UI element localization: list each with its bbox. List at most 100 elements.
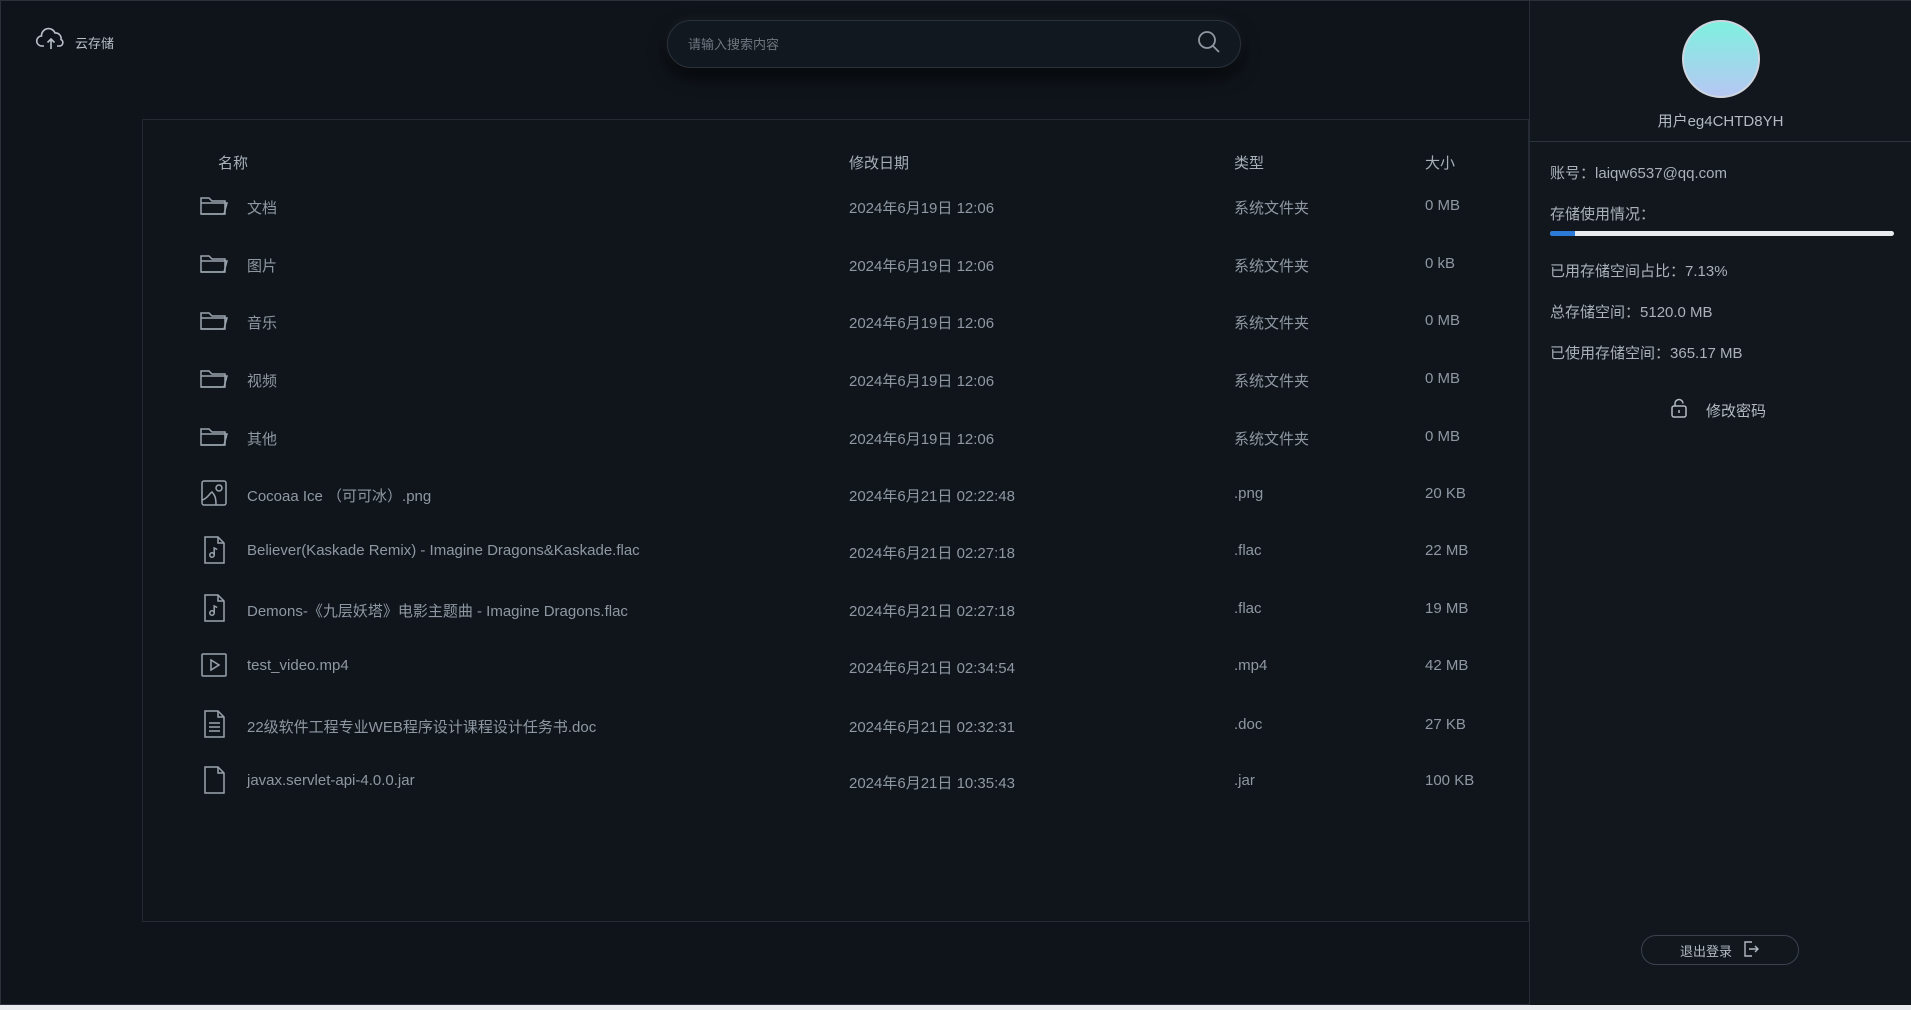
logo[interactable]: 云存储	[35, 27, 114, 58]
row-name[interactable]: 音乐	[247, 312, 277, 333]
row-date: 2024年6月19日 12:06	[849, 258, 995, 275]
row-name[interactable]: 图片	[247, 255, 277, 276]
audio-file-icon	[199, 535, 229, 565]
total-storage-label: 总存储空间：	[1550, 304, 1641, 321]
table-row[interactable]: 其他 2024年6月19日 12:06 系统文件夹 0 MB	[143, 406, 1528, 466]
search-bar	[667, 20, 1241, 68]
column-header-name[interactable]: 名称	[218, 152, 248, 173]
bottom-strip	[0, 1005, 1911, 1010]
table-row[interactable]: 图片 2024年6月19日 12:06 系统文件夹 0 kB	[143, 233, 1528, 293]
row-size: 100 KB	[1425, 772, 1475, 789]
user-sidebar: 用户eg4CHTD8YH 账号：laiqw6537@qq.com 存储使用情况：…	[1529, 1, 1911, 1006]
used-ratio-info: 已用存储空间占比：7.13%	[1550, 260, 1728, 281]
row-type: .png	[1234, 485, 1264, 502]
row-type: .flac	[1234, 542, 1262, 559]
total-storage-value: 5120.0 MB	[1640, 304, 1713, 321]
table-row[interactable]: Demons-《九层妖塔》电影主题曲 - Imagine Dragons.fla…	[143, 578, 1528, 638]
logout-icon	[1742, 940, 1760, 961]
folder-icon	[199, 363, 229, 393]
folder-icon	[199, 305, 229, 335]
change-password-button[interactable]: 修改密码	[1670, 398, 1766, 422]
table-row[interactable]: javax.servlet-api-4.0.0.jar 2024年6月21日 10…	[143, 750, 1528, 810]
row-size: 42 MB	[1425, 657, 1469, 674]
row-type: 系统文件夹	[1234, 200, 1310, 217]
logout-button[interactable]: 退出登录	[1641, 935, 1799, 965]
row-date: 2024年6月21日 10:35:43	[849, 775, 1015, 792]
row-type: .jar	[1234, 772, 1255, 789]
row-date: 2024年6月21日 02:27:18	[849, 603, 1015, 620]
username: 用户eg4CHTD8YH	[1657, 113, 1784, 130]
row-size: 22 MB	[1425, 542, 1469, 559]
row-name[interactable]: test_video.mp4	[247, 657, 349, 674]
used-storage-label: 已使用存储空间：	[1550, 345, 1671, 362]
table-row[interactable]: Cocoaa Ice （可可冰）.png 2024年6月21日 02:22:48.…	[143, 463, 1528, 523]
avatar[interactable]	[1682, 20, 1760, 98]
cloud-upload-icon	[35, 27, 67, 58]
lock-icon	[1670, 398, 1688, 422]
row-size: 0 MB	[1425, 428, 1461, 445]
row-name[interactable]: 视频	[247, 370, 277, 391]
row-name[interactable]: Believer(Kaskade Remix) - Imagine Dragon…	[247, 542, 640, 559]
video-file-icon	[199, 650, 229, 680]
account-value: laiqw6537@qq.com	[1595, 165, 1727, 182]
row-size: 0 MB	[1425, 312, 1461, 329]
search-input[interactable]	[686, 35, 1196, 53]
account-label: 账号：	[1550, 165, 1596, 182]
row-type: 系统文件夹	[1234, 258, 1310, 275]
document-file-icon	[199, 709, 229, 739]
row-date: 2024年6月21日 02:22:48	[849, 488, 1015, 505]
storage-progress-bar	[1550, 231, 1894, 236]
used-storage-value: 365.17 MB	[1670, 345, 1743, 362]
row-type: .flac	[1234, 600, 1262, 617]
search-icon[interactable]	[1196, 29, 1222, 60]
row-type: 系统文件夹	[1234, 315, 1310, 332]
audio-file-icon	[199, 593, 229, 623]
row-type: 系统文件夹	[1234, 431, 1310, 448]
row-date: 2024年6月21日 02:27:18	[849, 545, 1015, 562]
table-row[interactable]: Believer(Kaskade Remix) - Imagine Dragon…	[143, 520, 1528, 580]
divider	[1530, 141, 1911, 142]
table-row[interactable]: test_video.mp4 2024年6月21日 02:34:54 .mp4 42 …	[143, 635, 1528, 695]
logout-label: 退出登录	[1679, 943, 1732, 959]
folder-icon	[199, 248, 229, 278]
row-size: 20 KB	[1425, 485, 1466, 502]
row-name[interactable]: 其他	[247, 428, 277, 449]
used-storage-info: 已使用存储空间：365.17 MB	[1550, 342, 1743, 363]
table-row[interactable]: 音乐 2024年6月19日 12:06 系统文件夹 0 MB	[143, 290, 1528, 350]
file-list-panel: 名称 修改日期 类型 大小 文档 2024年6月19日 12:06 系统文件夹 0 M…	[142, 119, 1529, 922]
image-file-icon	[199, 478, 229, 508]
row-name[interactable]: Demons-《九层妖塔》电影主题曲 - Imagine Dragons.fla…	[247, 600, 628, 621]
row-name[interactable]: Cocoaa Ice （可可冰）.png	[247, 485, 431, 506]
row-size: 19 MB	[1425, 600, 1469, 617]
used-ratio-label: 已用存储空间占比：	[1550, 263, 1686, 280]
change-password-label: 修改密码	[1706, 402, 1767, 420]
row-date: 2024年6月21日 02:34:54	[849, 660, 1015, 677]
row-date: 2024年6月19日 12:06	[849, 200, 995, 217]
row-size: 0 MB	[1425, 197, 1461, 214]
row-type: .mp4	[1234, 657, 1268, 674]
row-date: 2024年6月21日 02:32:31	[849, 719, 1015, 736]
storage-progress-fill	[1550, 231, 1575, 236]
account-info: 账号：laiqw6537@qq.com	[1550, 162, 1727, 183]
table-row[interactable]: 文档 2024年6月19日 12:06 系统文件夹 0 MB	[143, 175, 1528, 235]
row-type: 系统文件夹	[1234, 373, 1310, 390]
row-date: 2024年6月19日 12:06	[849, 373, 995, 390]
column-header-date[interactable]: 修改日期	[849, 152, 909, 173]
column-header-type[interactable]: 类型	[1234, 152, 1264, 173]
row-size: 0 kB	[1425, 255, 1456, 272]
column-header-size[interactable]: 大小	[1425, 152, 1455, 173]
row-name[interactable]: 22级软件工程专业WEB程序设计课程设计任务书.doc	[247, 716, 596, 737]
row-date: 2024年6月19日 12:06	[849, 315, 995, 332]
app-name: 云存储	[75, 36, 115, 51]
row-name[interactable]: javax.servlet-api-4.0.0.jar	[247, 772, 415, 789]
folder-icon	[199, 190, 229, 220]
table-row[interactable]: 视频 2024年6月19日 12:06 系统文件夹 0 MB	[143, 348, 1528, 408]
row-date: 2024年6月19日 12:06	[849, 431, 995, 448]
app-window: 云存储 名称 修改日期 类型 大小 文档 2024年6月19日 12:06 系统文件…	[0, 0, 1911, 1006]
row-name[interactable]: 文档	[247, 197, 277, 218]
folder-icon	[199, 421, 229, 451]
used-ratio-value: 7.13%	[1685, 263, 1728, 280]
row-size: 0 MB	[1425, 370, 1461, 387]
table-row[interactable]: 22级软件工程专业WEB程序设计课程设计任务书.doc 2024年6月21日 02…	[143, 694, 1528, 754]
generic-file-icon	[199, 765, 229, 795]
